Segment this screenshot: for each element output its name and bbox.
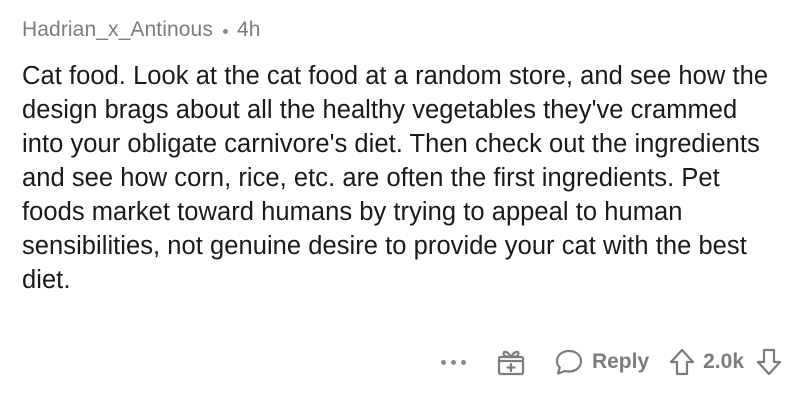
gift-award-icon[interactable] xyxy=(496,348,526,376)
reply-label: Reply xyxy=(591,350,650,373)
reply-button[interactable]: Reply xyxy=(554,347,649,377)
comment-body: Cat food. Look at the cat food at a rand… xyxy=(22,62,769,294)
comment: Hadrian_x_Antinous 4h Cat food. Look at … xyxy=(0,0,800,407)
separator-dot xyxy=(222,28,228,34)
comment-actions: Reply 2.0k xyxy=(440,340,782,384)
downvote-button[interactable] xyxy=(756,347,782,377)
upvote-button[interactable] xyxy=(669,347,703,377)
downvote-arrow-icon xyxy=(756,348,782,376)
upvote-arrow-icon xyxy=(670,348,695,376)
comment-meta: Hadrian_x_Antinous 4h xyxy=(22,18,780,42)
more-options-icon[interactable] xyxy=(440,359,466,365)
vote-score: 2.0k xyxy=(703,350,744,373)
comment-timestamp[interactable]: 4h xyxy=(237,18,261,42)
speech-bubble-icon xyxy=(555,349,583,375)
comment-author[interactable]: Hadrian_x_Antinous xyxy=(22,18,213,42)
